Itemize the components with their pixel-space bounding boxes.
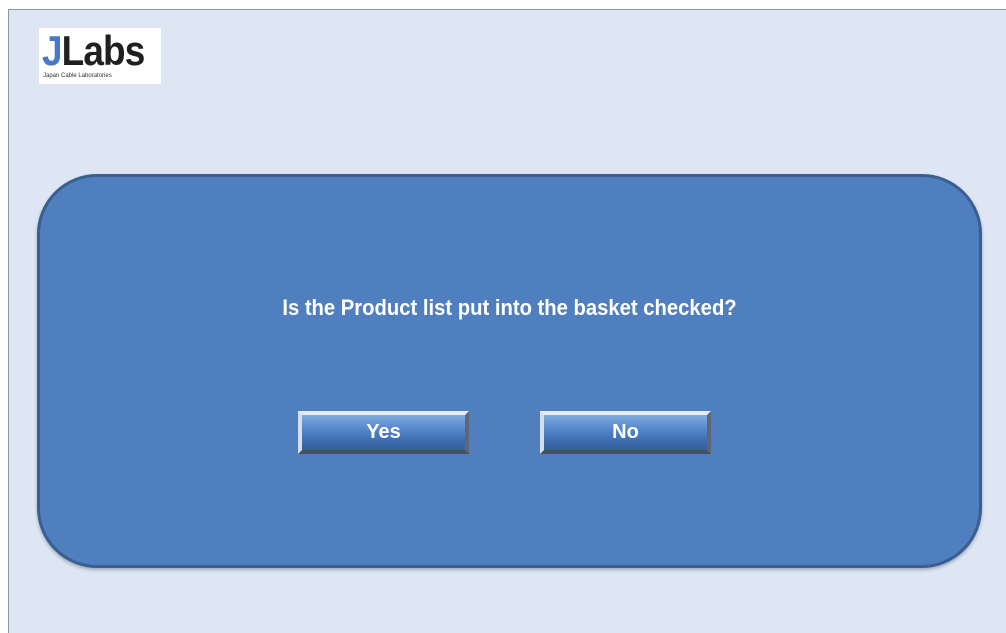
logo-letter-j: J [42,27,63,74]
app-screen: JLabs Japan Cable Laboratories Is the Pr… [8,9,1006,633]
confirmation-dialog: Is the Product list put into the basket … [37,174,982,568]
yes-button[interactable]: Yes [298,411,469,454]
dialog-message: Is the Product list put into the basket … [282,295,737,320]
logo-wordmark: JLabs [42,27,146,74]
logo-subtitle: Japan Cable Laboratories [43,73,112,79]
no-button[interactable]: No [540,411,711,454]
logo-letters-labs: Labs [61,27,146,74]
jlabs-logo: JLabs Japan Cable Laboratories [39,28,161,84]
